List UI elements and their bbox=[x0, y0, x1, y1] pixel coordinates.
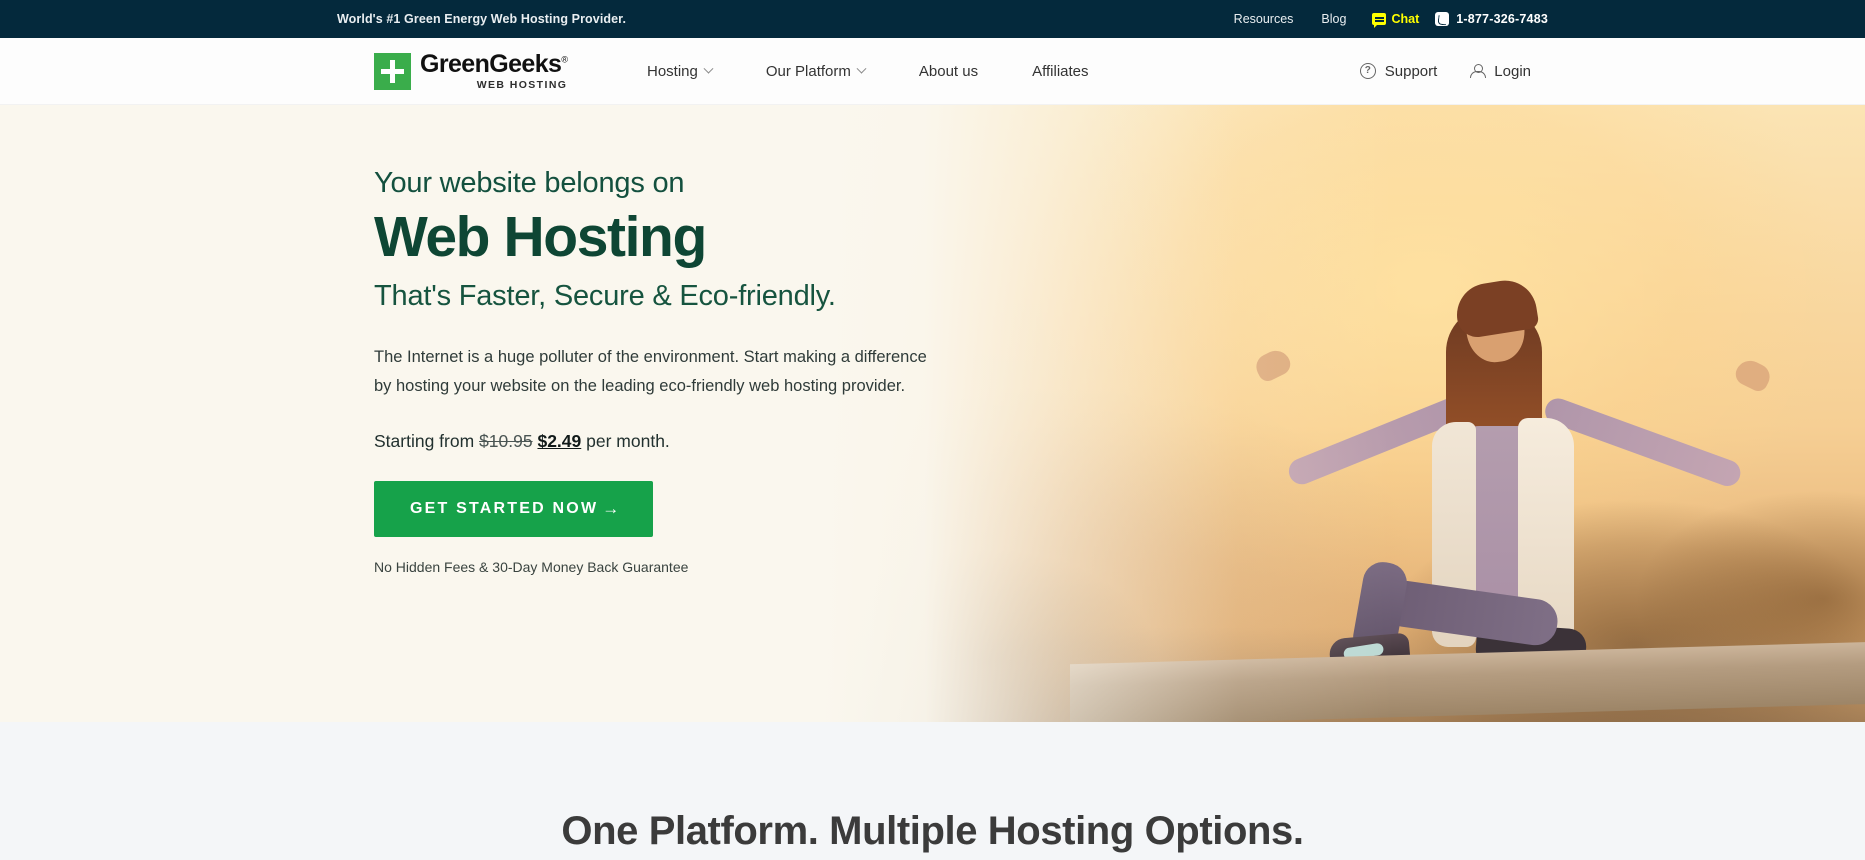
nav-label-hosting: Hosting bbox=[647, 62, 698, 80]
site-header: GreenGeeks® WEB HOSTING Hosting Our Plat… bbox=[0, 38, 1865, 105]
main-navigation: Hosting Our Platform About us Affiliates bbox=[620, 63, 1116, 80]
logo[interactable]: GreenGeeks® WEB HOSTING bbox=[374, 49, 568, 91]
logo-text: GreenGeeks® WEB HOSTING bbox=[420, 49, 568, 91]
get-started-label: GET STARTED NOW bbox=[410, 499, 599, 517]
section-title: One Platform. Multiple Hosting Options. bbox=[561, 809, 1304, 853]
logo-subtitle: WEB HOSTING bbox=[476, 78, 568, 91]
topbar-link-blog[interactable]: Blog bbox=[1307, 12, 1360, 26]
tagline-text: World's #1 Green Energy Web Hosting Prov… bbox=[337, 12, 627, 26]
login-link[interactable]: Login bbox=[1453, 63, 1547, 80]
nav-label-about-us: About us bbox=[918, 62, 979, 80]
top-utility-links: Resources Blog Chat 1-877-326-7483 bbox=[1220, 12, 1548, 28]
logo-wordmark: GreenGeeks® bbox=[420, 49, 568, 78]
hero-section: Your website belongs on Web Hosting That… bbox=[0, 105, 1865, 722]
hero-pricing-line: Starting from $10.95 $2.49 per month. bbox=[374, 431, 1034, 452]
question-circle-icon: ? bbox=[1359, 63, 1376, 79]
registered-mark: ® bbox=[561, 54, 568, 65]
phone-number: 1-877-326-7483 bbox=[1456, 12, 1548, 26]
hero-content: Your website belongs on Web Hosting That… bbox=[374, 167, 1034, 575]
price-prefix: Starting from bbox=[374, 430, 475, 451]
chevron-down-icon bbox=[703, 63, 714, 74]
price-suffix: per month. bbox=[586, 430, 670, 451]
chat-button[interactable]: Chat bbox=[1360, 12, 1431, 28]
nav-item-about-us[interactable]: About us bbox=[892, 63, 1005, 80]
topbar-link-resources[interactable]: Resources bbox=[1220, 12, 1308, 26]
nav-label-affiliates: Affiliates bbox=[1032, 62, 1089, 80]
login-label: Login bbox=[1494, 62, 1531, 80]
support-link[interactable]: ? Support bbox=[1344, 63, 1454, 80]
arrow-right-icon: → bbox=[602, 498, 620, 518]
price-discounted: $2.49 bbox=[537, 430, 582, 451]
top-utility-bar: World's #1 Green Energy Web Hosting Prov… bbox=[0, 0, 1865, 38]
phone-link[interactable]: 1-877-326-7483 bbox=[1431, 12, 1548, 26]
phone-icon bbox=[1435, 12, 1450, 26]
chat-label: Chat bbox=[1391, 12, 1420, 26]
chat-bubble-icon bbox=[1372, 13, 1387, 28]
nav-item-our-platform[interactable]: Our Platform bbox=[739, 63, 892, 80]
page-title: Web Hosting bbox=[374, 205, 707, 270]
nav-item-hosting[interactable]: Hosting bbox=[620, 63, 739, 80]
price-original: $10.95 bbox=[479, 430, 533, 451]
nav-label-our-platform: Our Platform bbox=[765, 62, 851, 80]
hero-guarantee-note: No Hidden Fees & 30-Day Money Back Guara… bbox=[374, 558, 689, 575]
logo-word-label: GreenGeeks bbox=[420, 49, 562, 78]
hero-description: The Internet is a huge polluter of the e… bbox=[374, 348, 927, 395]
hero-subtitle: That's Faster, Secure & Eco-friendly. bbox=[374, 280, 836, 313]
platform-options-section: One Platform. Multiple Hosting Options. bbox=[0, 722, 1865, 860]
chevron-down-icon bbox=[856, 63, 867, 74]
hero-kicker: Your website belongs on bbox=[374, 167, 685, 199]
plus-icon bbox=[374, 52, 411, 90]
user-icon bbox=[1469, 63, 1487, 79]
header-utility-links: ? Support Login bbox=[1344, 63, 1547, 80]
get-started-button[interactable]: GET STARTED NOW → bbox=[374, 480, 654, 537]
nav-item-affiliates[interactable]: Affiliates bbox=[1005, 63, 1115, 80]
support-label: Support bbox=[1384, 62, 1438, 80]
